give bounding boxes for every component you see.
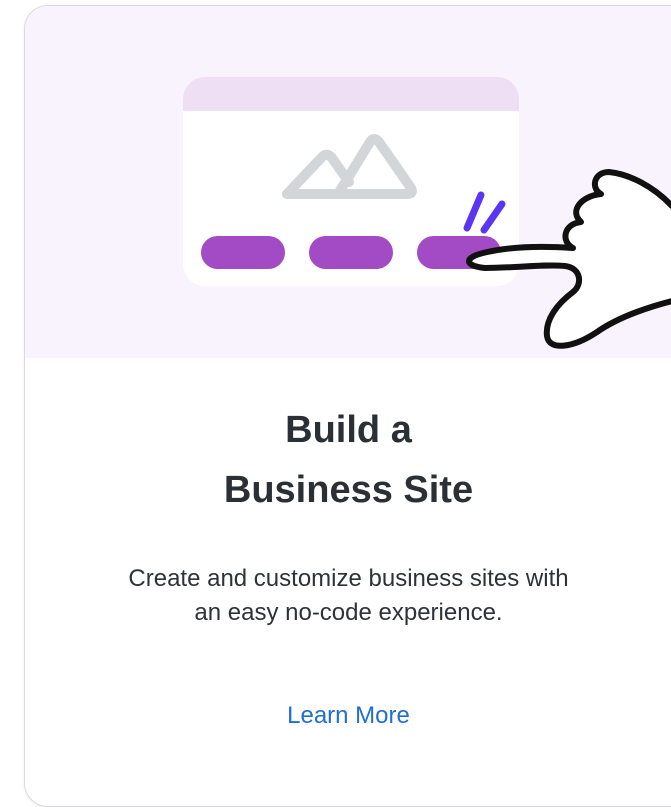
card-description-line-2: an easy no-code experience.: [194, 599, 503, 626]
card-hero-illustration: [25, 6, 671, 358]
business-site-card: Build a Business Site Create and customi…: [24, 5, 671, 807]
pill-button-2: [309, 236, 393, 269]
card-title-line-2: Business Site: [223, 469, 474, 511]
illustration-svg: [183, 77, 671, 349]
card-description-line-1: Create and customize business sites with: [128, 565, 569, 592]
card-title-line-1: Build a: [285, 409, 412, 451]
pill-button-1: [201, 236, 285, 269]
learn-more-link[interactable]: Learn More: [25, 699, 671, 733]
